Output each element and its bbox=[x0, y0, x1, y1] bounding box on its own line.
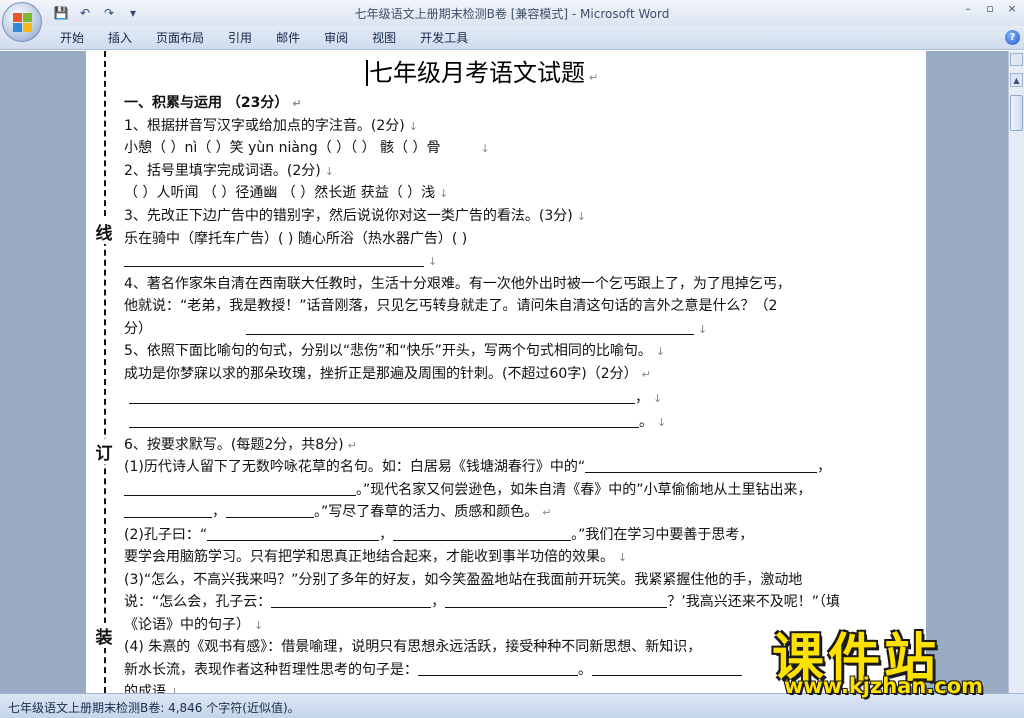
question-line: 小憩（ ）nì（ ）笑 yùn niàng（ ）（ ） 骸（ ）骨 ↓ bbox=[124, 140, 490, 156]
binding-char: 线 bbox=[94, 219, 114, 244]
status-word-count[interactable]: 七年级语文上册期末检测B卷: 4,846 个字符(近似值)。 bbox=[8, 699, 300, 716]
answer-blank[interactable] bbox=[246, 321, 694, 335]
tab-developer[interactable]: 开发工具 bbox=[408, 30, 480, 46]
tab-insert[interactable]: 插入 bbox=[96, 30, 144, 46]
ribbon: 开始 插入 页面布局 引用 邮件 审阅 视图 开发工具 ? bbox=[0, 26, 1024, 50]
watermark-logo: 课件站 www.kjzhan.com bbox=[772, 616, 1008, 698]
tab-home[interactable]: 开始 bbox=[48, 30, 96, 46]
binding-char: 装 bbox=[94, 623, 114, 648]
question-line: 成功是你梦寐以求的那朵玫瑰，挫折正是那遍及周围的针刺。(不超过60字)（2分） ↵ bbox=[124, 366, 651, 382]
text-cursor bbox=[366, 60, 368, 86]
office-logo-icon bbox=[13, 13, 33, 33]
answer-blank[interactable] bbox=[207, 527, 380, 541]
ruler-toggle-icon[interactable] bbox=[1010, 53, 1023, 66]
tab-page-layout[interactable]: 页面布局 bbox=[144, 30, 216, 46]
answer-blank[interactable] bbox=[445, 594, 668, 608]
question-line: 要学会用脑筋学习。只有把学和思真正地结合起来，才能收到事半功倍的效果。 ↓ bbox=[124, 549, 628, 565]
binding-line bbox=[104, 51, 106, 693]
document-page[interactable]: 线 订 装 七年级月考语文试题 ↵ 一、积累与运用 （23分） ↵ 1、根据拼音写汉… bbox=[86, 51, 926, 693]
question-line: (1)历代诗人留下了无数吟咏花草的名句。如：白居易《钱塘湖春行》中的“， bbox=[124, 459, 832, 475]
ribbon-tabs: 开始 插入 页面布局 引用 邮件 审阅 视图 开发工具 bbox=[48, 30, 480, 46]
question-line: 1、根据拼音写汉字或给加点的字注音。(2分) ↓ bbox=[124, 118, 418, 134]
tab-mailings[interactable]: 邮件 bbox=[264, 30, 312, 46]
document-workspace: 线 订 装 七年级月考语文试题 ↵ 一、积累与运用 （23分） ↵ 1、根据拼音写汉… bbox=[0, 51, 1008, 693]
answer-blank[interactable] bbox=[124, 504, 212, 518]
answer-blank[interactable] bbox=[226, 504, 314, 518]
question-line: 6、按要求默写。(每题2分，共8分) ↵ bbox=[124, 437, 357, 453]
question-line: 他就说：“老弟，我是教授！”话音刚落，只见乞丐转身就走了。请问朱自清这句话的言外… bbox=[124, 298, 778, 314]
question-line: 说：“怎么会，孔子云：，？’我高兴还来不及呢！”（填 bbox=[124, 594, 840, 610]
question-line: 2、括号里填字完成词语。(2分) ↓ bbox=[124, 163, 334, 179]
watermark-url: www.kjzhan.com bbox=[784, 674, 984, 698]
question-line: （ ）人听闻 （ ）径通幽 （ ）然长逝 获益（ ）浅 ↓ bbox=[124, 185, 449, 201]
question-line: (3)“怎么，不高兴我来吗？”分别了多年的好友，如今笑盈盈地站在我面前开玩笑。我… bbox=[124, 572, 803, 588]
answer-blank[interactable] bbox=[271, 594, 432, 608]
question-line: 3、先改正下边广告中的错别字，然后说说你对这一类广告的看法。(3分) ↓ bbox=[124, 208, 586, 224]
vertical-scrollbar[interactable]: ▲ bbox=[1008, 51, 1024, 693]
question-line: 的成语 ↓ bbox=[124, 684, 180, 693]
question-line: 乐在骑中（摩托车广告）( ) 随心所浴（热水器广告）( ) bbox=[124, 231, 468, 247]
tab-view[interactable]: 视图 bbox=[360, 30, 408, 46]
answer-blank[interactable] bbox=[124, 482, 356, 496]
restore-button[interactable]: ▫ bbox=[982, 2, 998, 16]
document-title: 七年级月考语文试题 ↵ bbox=[366, 53, 598, 88]
binding-char: 订 bbox=[94, 439, 114, 464]
answer-blank[interactable] bbox=[418, 662, 578, 676]
question-line: 分） ↓ bbox=[124, 321, 708, 337]
answer-blank[interactable]: ， ↓ bbox=[129, 388, 662, 409]
question-line: 新水长流，表现作者这种哲理性思考的句子是：。 bbox=[124, 660, 742, 680]
question-line: 《论语》中的句子） ↓ bbox=[124, 617, 264, 633]
answer-blank[interactable] bbox=[393, 527, 572, 541]
tab-review[interactable]: 审阅 bbox=[312, 30, 360, 46]
close-button[interactable]: × bbox=[1004, 2, 1020, 16]
answer-blank[interactable]: 。 ↓ bbox=[129, 412, 666, 433]
scroll-up-arrow-icon[interactable]: ▲ bbox=[1010, 73, 1023, 87]
answer-blank[interactable] bbox=[592, 662, 742, 676]
question-line: (4) 朱熹的《观书有感》：借景喻理，说明只有思想永远活跃，接受种种不同新思想、… bbox=[124, 639, 702, 655]
office-button[interactable] bbox=[2, 2, 42, 42]
title-bar: 💾 ↶ ↷ ▾ 七年级语文上册期末检测B卷 [兼容模式] - Microsoft… bbox=[0, 0, 1024, 26]
question-line: 。”现代名家又何尝逊色，如朱自清《春》中的”小草偷偷地从土里钻出来， bbox=[124, 480, 812, 500]
question-line: 5、依照下面比喻句的句式，分别以“悲伤”和“快乐”开头，写两个句式相同的比喻句。… bbox=[124, 343, 666, 359]
scrollbar-thumb[interactable] bbox=[1010, 95, 1023, 131]
help-icon[interactable]: ? bbox=[1005, 30, 1020, 45]
window-controls: – ▫ × bbox=[960, 2, 1020, 16]
tab-references[interactable]: 引用 bbox=[216, 30, 264, 46]
answer-blank[interactable] bbox=[585, 459, 818, 473]
question-line: 4、著名作家朱自清在西南联大任教时，生活十分艰难。有一次他外出时被一个乞丐跟上了… bbox=[124, 276, 791, 292]
section-heading: 一、积累与运用 （23分） ↵ bbox=[124, 95, 302, 111]
window-title: 七年级语文上册期末检测B卷 [兼容模式] - Microsoft Word bbox=[354, 7, 670, 21]
question-line: ，。”写尽了春草的活力、质感和颜色。 ↵ bbox=[124, 502, 551, 523]
answer-blank[interactable]: ↓ bbox=[124, 251, 437, 272]
question-line: (2)孔子曰：“，。”我们在学习中要善于思考， bbox=[124, 527, 754, 543]
minimize-button[interactable]: – bbox=[960, 2, 976, 16]
